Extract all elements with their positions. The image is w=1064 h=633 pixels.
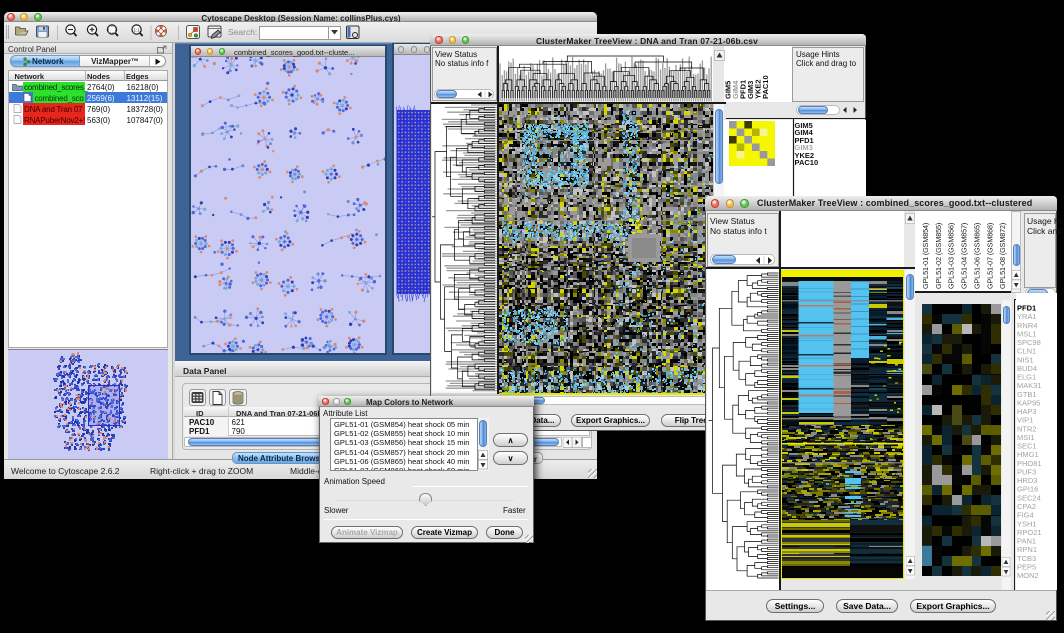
svg-text:1:1: 1:1 (133, 28, 140, 33)
svg-text:YRA1: YRA1 (1017, 312, 1037, 321)
svg-text:MON2: MON2 (1017, 571, 1039, 580)
svg-text:PHO81: PHO81 (1017, 459, 1042, 468)
svg-text:GPI16: GPI16 (1017, 485, 1038, 494)
svg-text:GPL51-01 (GSM854): GPL51-01 (GSM854) (921, 223, 930, 289)
svg-text:SPC98: SPC98 (1017, 338, 1041, 347)
svg-text:GPL51-07 (GSM868): GPL51-07 (GSM868) (985, 223, 994, 289)
svg-text:FIG4: FIG4 (1017, 511, 1034, 520)
svg-text:GPL51-03 (GSM856): GPL51-03 (GSM856) (947, 223, 956, 289)
svg-text:NTR2: NTR2 (1017, 424, 1037, 433)
svg-text:GPL51-02 (GSM855): GPL51-02 (GSM855) (934, 223, 943, 289)
svg-text:GPL51-08 (GSM872): GPL51-08 (GSM872) (998, 223, 1007, 289)
svg-text:KAP95: KAP95 (1017, 398, 1040, 407)
svg-text:PAC10: PAC10 (761, 75, 770, 99)
svg-text:ELG1: ELG1 (1017, 373, 1036, 382)
svg-text:GPL51-04 (GSM857): GPL51-04 (GSM857) (960, 223, 969, 289)
svg-text:GPL51-06 (GSM865): GPL51-06 (GSM865) (972, 223, 981, 289)
svg-text:RPN1: RPN1 (1017, 545, 1037, 554)
